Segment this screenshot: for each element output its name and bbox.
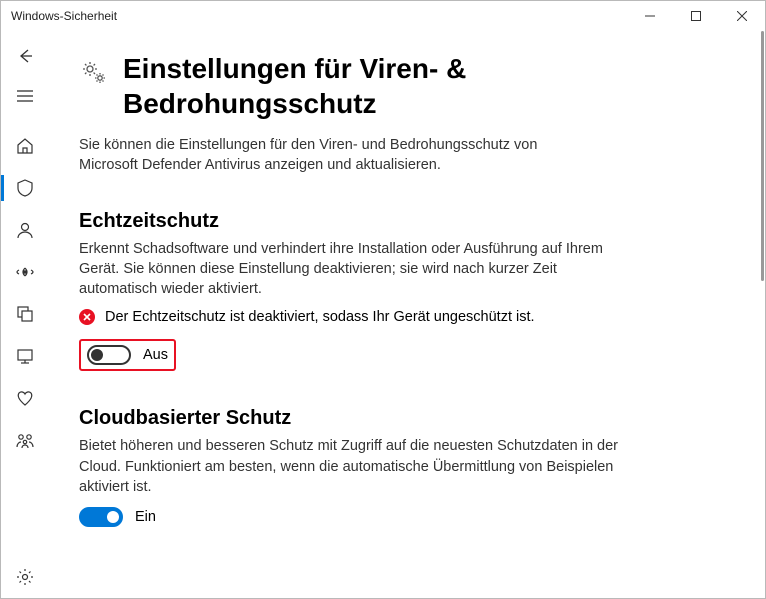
titlebar: Windows-Sicherheit <box>1 1 765 31</box>
menu-button[interactable] <box>5 79 45 113</box>
realtime-toggle[interactable] <box>87 345 131 365</box>
settings-icon[interactable] <box>5 558 45 596</box>
realtime-warning-text: Der Echtzeitschutz ist deaktiviert, soda… <box>105 309 535 325</box>
account-icon[interactable] <box>5 211 45 249</box>
error-icon <box>79 309 95 325</box>
page-header: Einstellungen für Viren- & Bedrohungssch… <box>79 51 717 121</box>
health-icon[interactable] <box>5 379 45 417</box>
realtime-warning-row: Der Echtzeitschutz ist deaktiviert, soda… <box>79 309 619 325</box>
cloud-title: Cloudbasierter Schutz <box>79 407 619 430</box>
realtime-toggle-label: Aus <box>143 347 168 363</box>
page-title: Einstellungen für Viren- & Bedrohungssch… <box>123 51 717 121</box>
cloud-toggle-row: Ein <box>79 507 619 527</box>
app-control-icon[interactable] <box>5 295 45 333</box>
sidebar <box>1 31 49 598</box>
network-icon[interactable] <box>5 253 45 291</box>
close-button[interactable] <box>719 1 765 31</box>
window-controls <box>627 1 765 31</box>
family-icon[interactable] <box>5 421 45 459</box>
shield-icon[interactable] <box>5 169 45 207</box>
maximize-button[interactable] <box>673 1 719 31</box>
body: Einstellungen für Viren- & Bedrohungssch… <box>1 31 765 598</box>
minimize-button[interactable] <box>627 1 673 31</box>
gears-icon <box>79 57 109 87</box>
device-security-icon[interactable] <box>5 337 45 375</box>
page-lead: Sie können die Einstellungen für den Vir… <box>79 135 599 176</box>
content-area: Einstellungen für Viren- & Bedrohungssch… <box>49 31 765 598</box>
window: Windows-Sicherheit <box>0 0 766 599</box>
cloud-desc: Bietet höheren und besseren Schutz mit Z… <box>79 436 619 497</box>
realtime-toggle-row: Aus <box>79 339 176 371</box>
window-title: Windows-Sicherheit <box>11 9 627 23</box>
realtime-desc: Erkennt Schadsoftware und verhindert ihr… <box>79 239 619 300</box>
cloud-toggle-label: Ein <box>135 509 156 525</box>
section-cloud: Cloudbasierter Schutz Bietet höheren und… <box>79 407 619 527</box>
back-button[interactable] <box>5 37 45 75</box>
home-icon[interactable] <box>5 127 45 165</box>
content-scroll[interactable]: Einstellungen für Viren- & Bedrohungssch… <box>49 31 757 598</box>
realtime-title: Echtzeitschutz <box>79 210 619 233</box>
section-realtime: Echtzeitschutz Erkennt Schadsoftware und… <box>79 210 619 372</box>
scrollbar[interactable] <box>761 31 764 281</box>
cloud-toggle[interactable] <box>79 507 123 527</box>
